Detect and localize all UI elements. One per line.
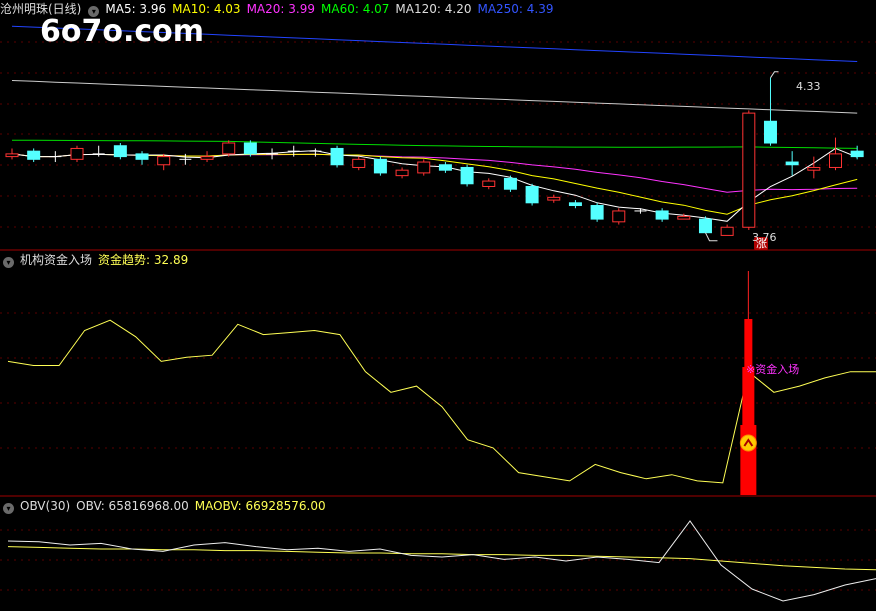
ma120-line: [11, 80, 858, 114]
fund-entry-annotation: ※资金入场: [746, 362, 799, 376]
candle-body: [568, 202, 582, 207]
chart-canvas: 4.33 3.76 ※资金入场 涨: [0, 25, 876, 602]
candle-body: [222, 142, 236, 155]
moving-average-lines: [11, 25, 858, 222]
obv-value-label: OBV: 65816968.00: [76, 499, 189, 513]
signal-arrow-icon: [739, 434, 757, 452]
candle-body: [503, 177, 517, 190]
fund-panel-header: ▾ 机构资金入场 资金趋势: 32.89: [0, 251, 194, 269]
main-panel-header: 沧州明珠(日线) ▾ MA5: 3.96 MA10: 4.03 MA20: 3.99 MA…: [0, 0, 566, 18]
candle-body: [157, 156, 171, 166]
candle-body: [763, 120, 777, 144]
candle-body: [438, 164, 452, 171]
candle-body: [395, 169, 409, 177]
signal-bar: [742, 367, 755, 427]
candle-body: [828, 153, 842, 168]
candle-body: [330, 147, 344, 166]
candle-body: [27, 150, 41, 160]
candle-body: [5, 153, 19, 158]
watermark: 6o7o.com: [40, 14, 205, 49]
candle-body: [135, 153, 149, 160]
ma-legend-item: MA5: 3.96: [105, 2, 167, 16]
fund-trend-label: 资金趋势: 32.89: [98, 253, 189, 267]
ma-legend-item: MA10: 4.03: [172, 2, 241, 16]
ma-legend-item: MA120: 4.20: [395, 2, 472, 16]
ma60-line: [12, 139, 858, 149]
collapse-icon[interactable]: ▾: [3, 503, 14, 514]
candle-body: [243, 142, 257, 155]
candle-body: [720, 226, 734, 236]
candle-body: [460, 166, 474, 185]
fund-indicator-plot: [7, 271, 876, 495]
candle-body: [698, 218, 712, 234]
candle-body: [113, 145, 127, 158]
candle-body: [590, 205, 604, 220]
candle-body: [807, 166, 821, 171]
annotations: 4.33 3.76 ※资金入场 涨: [746, 80, 821, 376]
candle-body: [742, 112, 756, 228]
low-marker: [705, 232, 718, 242]
candle-body: [547, 196, 561, 201]
candle-body: [200, 156, 214, 160]
candle-body: [373, 158, 387, 174]
zhang-badge-text: 涨: [756, 237, 767, 250]
candle-body: [612, 210, 626, 223]
ma10-line: [11, 153, 858, 215]
high-price-label: 4.33: [796, 80, 821, 93]
obv-panel-header: ▾ OBV(30) OBV: 65816968.00 MAOBV: 66928576.…: [0, 497, 332, 515]
candle-body: [352, 158, 366, 168]
ma-legend-item: MA250: 4.39: [477, 2, 554, 16]
security-title: 沧州明珠(日线): [0, 2, 82, 16]
maobv-value-label: MAOBV: 66928576.00: [194, 499, 326, 513]
candle-body: [482, 180, 496, 187]
candle-body: [70, 147, 84, 160]
ma-legend-item: MA60: 4.07: [321, 2, 390, 16]
fund-panel-title: 机构资金入场: [20, 253, 93, 267]
candle-body: [655, 210, 669, 220]
collapse-icon[interactable]: ▾: [3, 257, 14, 268]
ma-legend: MA5: 3.96 MA10: 4.03 MA20: 3.99 MA60: 4.07 M…: [105, 2, 559, 16]
candle-body: [417, 161, 431, 174]
candlestick-series: [5, 71, 864, 250]
maobv-line: [7, 546, 876, 571]
obv-panel-title: OBV(30): [20, 499, 71, 513]
candle-body: [785, 161, 799, 166]
collapse-icon[interactable]: ▾: [88, 6, 100, 17]
candle-body: [677, 215, 691, 220]
candle-body: [525, 185, 539, 204]
obv-indicator-plot: [7, 520, 876, 602]
obv-line: [7, 520, 876, 602]
ma-legend-item: MA20: 3.99: [246, 2, 315, 16]
candle-body: [850, 150, 864, 158]
